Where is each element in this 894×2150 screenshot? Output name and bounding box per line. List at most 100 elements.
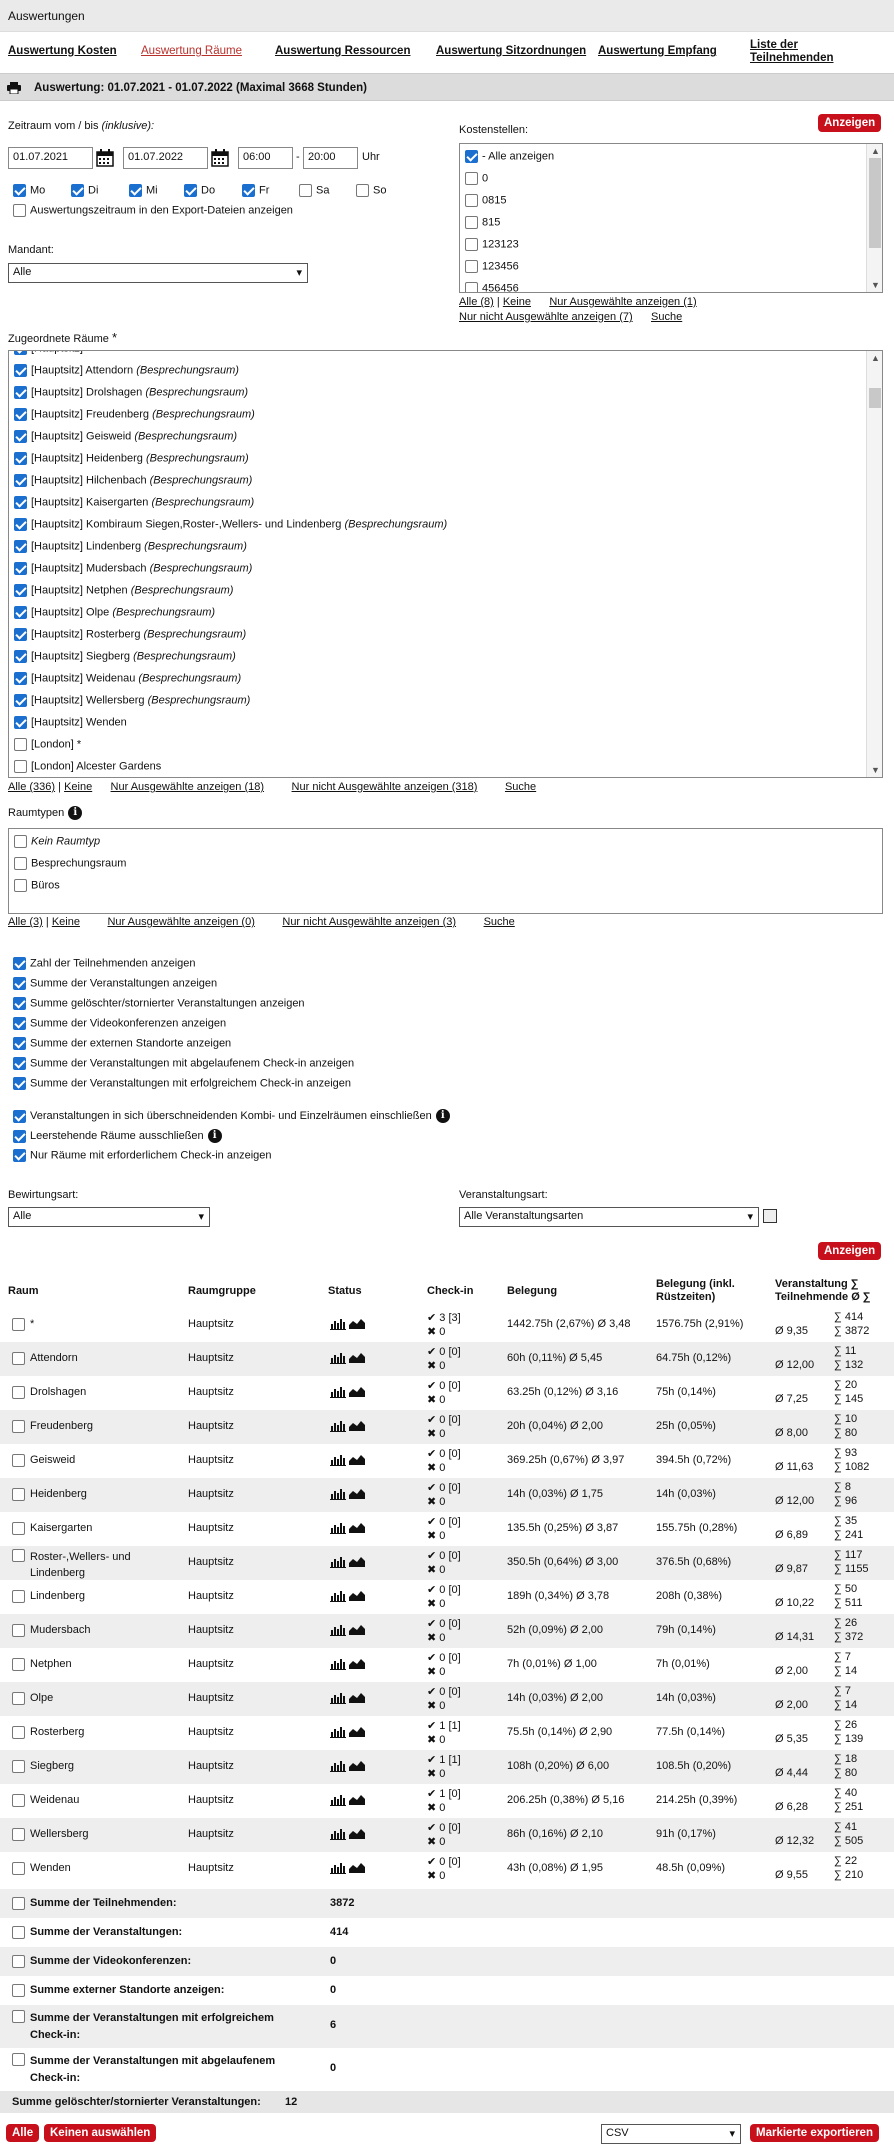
show-button[interactable]: Anzeigen <box>818 114 882 132</box>
checkbox[interactable] <box>465 194 478 207</box>
checkbox[interactable] <box>13 997 26 1010</box>
weekday-mo[interactable]: Mo <box>13 184 45 197</box>
status-chart-icon[interactable] <box>330 1556 366 1568</box>
status-chart-icon[interactable] <box>330 1352 366 1364</box>
option-teilnehmende[interactable]: Zahl der Teilnehmenden anzeigen <box>13 957 196 970</box>
roomtypes-list[interactable]: Kein Raumtyp Besprechungsraum Büros <box>8 828 883 914</box>
printer-icon[interactable] <box>6 82 22 94</box>
tab-raeume[interactable]: Auswertung Räume <box>141 45 242 57</box>
status-chart-icon[interactable] <box>330 1420 366 1432</box>
checkbox[interactable] <box>242 184 255 197</box>
weekday-mi[interactable]: Mi <box>129 184 158 197</box>
row-checkbox[interactable] <box>12 1794 25 1807</box>
option-exclude-empty[interactable]: Leerstehende Räume ausschließen i <box>13 1129 222 1143</box>
room-list-item[interactable]: [Hauptsitz] Wellersberg (Besprechungsrau… <box>14 694 250 707</box>
row-checkbox[interactable] <box>12 1897 25 1910</box>
checkbox[interactable] <box>14 835 27 848</box>
row-checkbox[interactable] <box>12 1318 25 1331</box>
checkbox[interactable] <box>13 1057 26 1070</box>
checkbox[interactable] <box>14 408 27 421</box>
select-none-link[interactable]: Keine <box>503 296 531 308</box>
tab-kosten[interactable]: Auswertung Kosten <box>8 45 117 57</box>
status-chart-icon[interactable] <box>330 1726 366 1738</box>
checkbox[interactable] <box>13 1017 26 1030</box>
scrollbar[interactable]: ▲ ▼ <box>866 144 882 292</box>
checkbox[interactable] <box>14 474 27 487</box>
row-checkbox[interactable] <box>12 1828 25 1841</box>
checkbox[interactable] <box>14 738 27 751</box>
checkbox[interactable] <box>14 584 27 597</box>
checkbox[interactable] <box>14 672 27 685</box>
checkbox[interactable] <box>13 1149 26 1162</box>
checkbox[interactable] <box>13 1037 26 1050</box>
room-list-item[interactable]: [Hauptsitz] Drolshagen (Besprechungsraum… <box>14 386 248 399</box>
checkbox[interactable] <box>14 386 27 399</box>
checkbox[interactable] <box>14 562 27 575</box>
show-selected-link[interactable]: Nur Ausgewählte anzeigen (18) <box>111 781 264 793</box>
checkbox[interactable] <box>465 172 478 185</box>
checkbox[interactable] <box>13 1109 26 1123</box>
option-sum-video[interactable]: Summe der Videokonferenzen anzeigen <box>13 1017 226 1030</box>
option-sum-checkin-abgelaufen[interactable]: Summe der Veranstaltungen mit abgelaufen… <box>13 1057 354 1070</box>
option-overlap-rooms[interactable]: Veranstaltungen in sich überschneidenden… <box>13 1109 450 1123</box>
checkbox[interactable] <box>129 184 142 197</box>
status-chart-icon[interactable] <box>330 1794 366 1806</box>
to-date-input[interactable]: 01.07.2022 <box>123 147 208 169</box>
checkbox[interactable] <box>14 351 27 355</box>
checkbox[interactable] <box>14 650 27 663</box>
option-only-checkin[interactable]: Nur Räume mit erforderlichem Check-in an… <box>13 1149 271 1162</box>
room-list-item[interactable]: [Hauptsitz] Kaisergarten (Besprechungsra… <box>14 496 254 509</box>
row-checkbox[interactable] <box>12 1692 25 1705</box>
row-checkbox[interactable] <box>12 1352 25 1365</box>
list-item[interactable]: Kein Raumtyp <box>14 835 100 848</box>
tab-empfang[interactable]: Auswertung Empfang <box>598 45 717 57</box>
export-button[interactable]: Markierte exportieren <box>750 2124 879 2142</box>
row-checkbox[interactable] <box>12 2010 25 2023</box>
info-icon[interactable]: i <box>207 1129 222 1143</box>
checkbox[interactable] <box>465 238 478 251</box>
select-all-link[interactable]: Alle (3) <box>8 916 43 928</box>
tab-teilnehmende[interactable]: Liste der Teilnehmenden <box>750 39 860 65</box>
row-checkbox[interactable] <box>12 1624 25 1637</box>
row-checkbox[interactable] <box>12 1488 25 1501</box>
checkbox[interactable] <box>465 282 478 292</box>
room-list-item[interactable]: [Hauptsitz] Netphen (Besprechungsraum) <box>14 584 233 597</box>
option-sum-extern[interactable]: Summe der externen Standorte anzeigen <box>13 1037 231 1050</box>
checkbox[interactable] <box>14 760 27 773</box>
select-all-link[interactable]: Alle (8) <box>459 296 494 308</box>
checkbox[interactable] <box>299 184 312 197</box>
checkbox[interactable] <box>13 977 26 990</box>
weekday-so[interactable]: So <box>356 184 386 197</box>
room-list-item[interactable]: [Hauptsitz] Lindenberg (Besprechungsraum… <box>14 540 247 553</box>
calendar-icon[interactable] <box>211 149 229 167</box>
row-checkbox[interactable] <box>12 1862 25 1875</box>
room-list-item[interactable]: [Hauptsitz] Geisweid (Besprechungsraum) <box>14 430 237 443</box>
checkbox[interactable] <box>13 1077 26 1090</box>
show-unselected-link[interactable]: Nur nicht Ausgewählte anzeigen (318) <box>292 781 478 793</box>
checkbox[interactable] <box>184 184 197 197</box>
bewirtung-select[interactable]: Alle <box>8 1207 210 1227</box>
checkbox[interactable] <box>356 184 369 197</box>
list-item[interactable]: - Alle anzeigen <box>465 150 554 163</box>
room-list-item[interactable]: [Hauptsitz] Hilchenbach (Besprechungsrau… <box>14 474 252 487</box>
tab-sitzordnungen[interactable]: Auswertung Sitzordnungen <box>436 45 586 57</box>
export-format-select[interactable]: CSV <box>601 2124 741 2144</box>
room-list-item[interactable]: [Hauptsitz] Weidenau (Besprechungsraum) <box>14 672 241 685</box>
search-link[interactable]: Suche <box>651 311 682 323</box>
info-icon[interactable]: i <box>68 806 83 820</box>
checkbox[interactable] <box>13 184 26 197</box>
scrollbar-thumb[interactable] <box>869 158 881 248</box>
status-chart-icon[interactable] <box>330 1318 366 1330</box>
to-time-input[interactable]: 20:00 <box>303 147 358 169</box>
select-none-link[interactable]: Keine <box>64 781 92 793</box>
select-none-link[interactable]: Keine <box>52 916 80 928</box>
status-chart-icon[interactable] <box>330 1624 366 1636</box>
row-checkbox[interactable] <box>12 1454 25 1467</box>
checkbox[interactable] <box>465 150 478 163</box>
row-checkbox[interactable] <box>12 1726 25 1739</box>
status-chart-icon[interactable] <box>330 1386 366 1398</box>
room-list-item[interactable]: [Hauptsitz] * <box>14 351 90 355</box>
tab-ressourcen[interactable]: Auswertung Ressourcen <box>275 45 410 57</box>
scroll-down-icon[interactable]: ▼ <box>871 765 880 775</box>
option-sum-geloescht[interactable]: Summe gelöschter/stornierter Veranstaltu… <box>13 997 305 1010</box>
